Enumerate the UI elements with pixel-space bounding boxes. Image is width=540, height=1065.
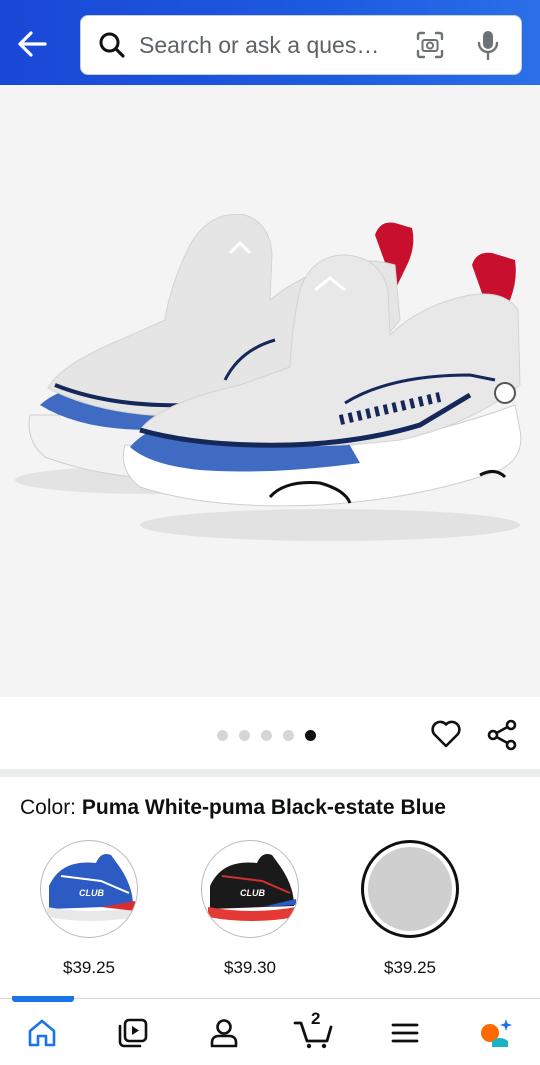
back-button[interactable] — [12, 26, 52, 62]
carousel-dot[interactable] — [239, 730, 250, 741]
blue-shoe-thumbnail: CLUB — [47, 854, 135, 921]
variant-price: $39.25 — [63, 958, 115, 977]
color-selection-label: Color: Puma White-puma Black-estate Blue — [20, 796, 446, 820]
variant-thumbnail[interactable]: CLUB — [40, 840, 138, 938]
color-value: Puma White-puma Black-estate Blue — [81, 796, 446, 819]
microphone-icon[interactable] — [473, 28, 503, 62]
color-variant[interactable]: CLUB $39.30 — [200, 840, 300, 978]
share-button[interactable] — [486, 719, 520, 753]
cart-count-badge: 2 — [311, 1009, 321, 1028]
back-arrow-icon — [18, 31, 47, 57]
search-icon[interactable] — [95, 28, 129, 62]
nav-account[interactable] — [194, 1013, 254, 1053]
nav-rufus-assistant[interactable] — [466, 1013, 526, 1053]
video-play-icon — [118, 1018, 148, 1048]
nav-active-indicator — [12, 996, 74, 1002]
section-divider — [0, 769, 540, 777]
variant-swatch — [368, 847, 452, 931]
home-icon — [28, 1019, 56, 1047]
hamburger-menu-icon — [391, 1023, 419, 1043]
nav-home[interactable] — [12, 1013, 72, 1053]
share-icon — [487, 719, 517, 751]
variant-thumbnail[interactable] — [361, 840, 459, 938]
wishlist-button[interactable] — [430, 719, 464, 751]
search-input[interactable]: Search or ask a ques… — [139, 32, 413, 59]
carousel-dots[interactable] — [217, 730, 316, 741]
nav-cart[interactable]: 2 — [284, 1009, 344, 1053]
variant-price: $39.30 — [224, 958, 276, 977]
carousel-dot[interactable] — [283, 730, 294, 741]
search-bar[interactable]: Search or ask a ques… — [80, 15, 522, 75]
black-shoe-thumbnail: CLUB — [208, 854, 296, 921]
color-variant-selected[interactable]: $39.25 — [360, 840, 460, 978]
nav-menu[interactable] — [375, 1013, 435, 1053]
variant-thumbnail[interactable]: CLUB — [201, 840, 299, 938]
ai-assistant-icon — [481, 1019, 512, 1047]
carousel-dot[interactable] — [261, 730, 272, 741]
nav-video[interactable] — [103, 1013, 163, 1053]
bottom-navigation: 2 — [0, 999, 540, 1065]
svg-text:CLUB: CLUB — [79, 888, 104, 898]
user-icon — [210, 1019, 238, 1048]
color-variant[interactable]: CLUB $39.25 — [39, 840, 139, 978]
color-label: Color: — [20, 796, 82, 819]
camera-lens-icon[interactable] — [413, 28, 447, 62]
shoe-illustration — [15, 213, 522, 541]
product-image[interactable] — [0, 85, 540, 697]
top-header: Search or ask a ques… — [0, 0, 540, 85]
heart-icon — [431, 720, 461, 748]
variant-price: $39.25 — [384, 958, 436, 977]
image-controls — [0, 697, 540, 769]
carousel-dot-active[interactable] — [305, 730, 316, 741]
svg-text:CLUB: CLUB — [240, 888, 265, 898]
carousel-dot[interactable] — [217, 730, 228, 741]
